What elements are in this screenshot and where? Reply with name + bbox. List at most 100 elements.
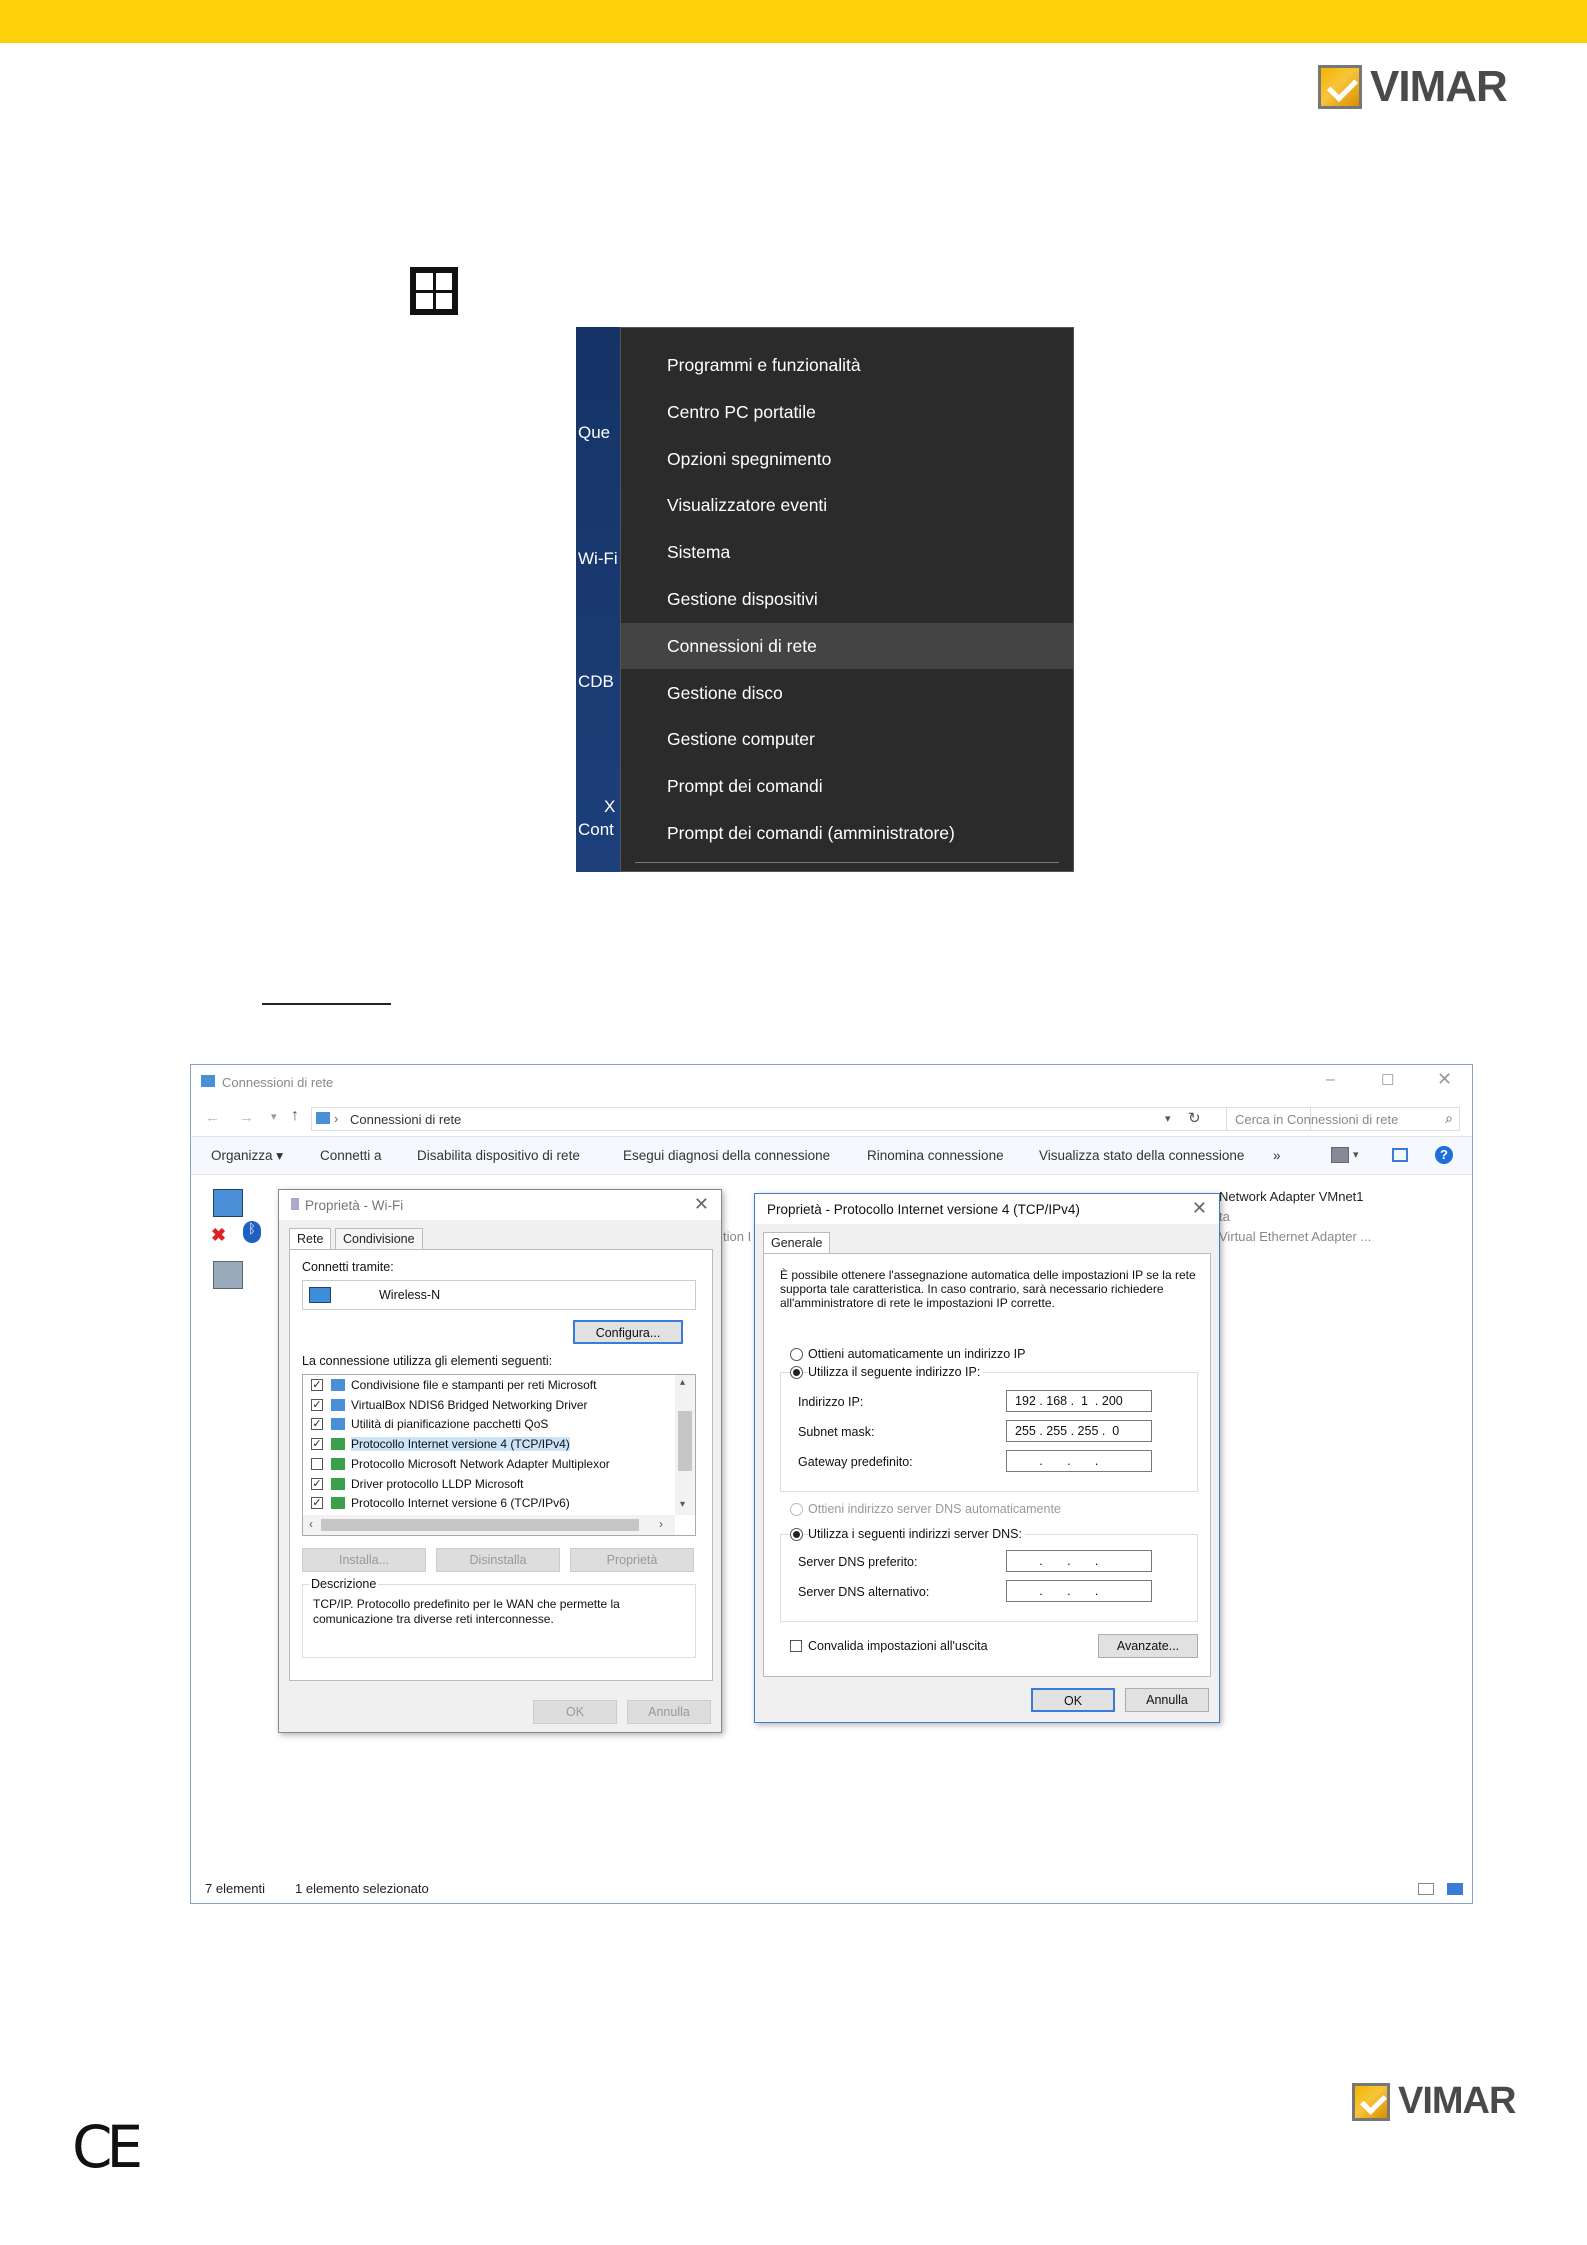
vimar-logo-word: VIMAR	[1398, 2080, 1516, 2122]
context-menu-screenshot: Que Wi-Fi CDB X Cont Programmi e funzion…	[576, 327, 1074, 872]
item-checkbox[interactable]: ✓	[311, 1398, 323, 1411]
menu-item[interactable]: Centro PC portatile	[621, 389, 1073, 435]
install-button[interactable]: Installa...	[302, 1548, 426, 1572]
tab-general[interactable]: Generale	[763, 1232, 831, 1254]
cmd-more[interactable]: »	[1273, 1148, 1281, 1163]
menu-item[interactable]: Prompt dei comandi (amministratore)	[621, 810, 1073, 856]
item-checkbox[interactable]: ✓	[311, 1379, 323, 1391]
tab-network[interactable]: Rete	[289, 1228, 332, 1250]
chevron-down-icon[interactable]: ▾	[1353, 1148, 1359, 1161]
cmd-rename[interactable]: Rinomina connessione	[867, 1148, 1004, 1163]
window-title: Connessioni di rete	[222, 1075, 334, 1090]
chevron-right-icon[interactable]: ›	[659, 1517, 663, 1531]
auto-ip-radio[interactable]	[790, 1348, 803, 1361]
gateway-field[interactable]: . . .	[1006, 1450, 1152, 1472]
alternate-dns-field[interactable]: . . .	[1006, 1580, 1152, 1602]
chevron-down-icon[interactable]: ▾	[271, 1110, 277, 1123]
breadcrumb[interactable]: Connessioni di rete	[350, 1112, 461, 1127]
network-adapter-icon[interactable]	[213, 1189, 243, 1217]
advanced-button[interactable]: Avanzate...	[1098, 1634, 1198, 1658]
address-box[interactable]: › Connessioni di rete ▾ ↻	[311, 1107, 1311, 1131]
cancel-button[interactable]: Annulla	[627, 1700, 711, 1724]
dns1-label: Server DNS preferito:	[798, 1555, 918, 1569]
dialog-title: Proprietà - Wi-Fi	[279, 1190, 721, 1220]
protocol-icon	[331, 1398, 345, 1411]
validate-checkbox[interactable]	[790, 1640, 802, 1652]
top-color-bar	[0, 0, 1587, 43]
h-scrollbar[interactable]: ‹ ›	[303, 1515, 675, 1535]
manual-dns-radio[interactable]	[790, 1528, 803, 1541]
item-checkbox[interactable]: ✓	[311, 1418, 323, 1431]
search-input[interactable]: Cerca in Connessioni di rete ⌕	[1226, 1107, 1460, 1131]
close-icon[interactable]: ✕	[1192, 1198, 1207, 1219]
menu-item[interactable]: Gestione computer	[621, 716, 1073, 762]
chevron-left-icon[interactable]: ‹	[309, 1517, 313, 1531]
menu-item[interactable]: Visualizzatore eventi	[621, 482, 1073, 528]
menu-item[interactable]: Gestione dispositivi	[621, 576, 1073, 622]
item-checkbox[interactable]	[311, 1457, 323, 1470]
winx-context-menu: Programmi e funzionalità Centro PC porta…	[620, 327, 1074, 872]
close-icon[interactable]: ✕	[1437, 1069, 1452, 1090]
ip-address-field[interactable]: 192 . 168 . 1 . 200	[1006, 1390, 1152, 1412]
scroll-thumb[interactable]	[678, 1411, 692, 1471]
description-group: Descrizione TCP/IP. Protocollo predefini…	[302, 1577, 696, 1658]
chevron-down-icon[interactable]: ▾	[680, 1499, 685, 1510]
help-icon[interactable]: ?	[1435, 1146, 1453, 1164]
menu-item[interactable]: Programmi e funzionalità	[621, 342, 1073, 388]
menu-item[interactable]: Sistema	[621, 529, 1073, 575]
preferred-dns-field[interactable]: . . .	[1006, 1550, 1152, 1572]
list-item[interactable]: Protocollo Internet versione 6 (TCP/IPv6…	[351, 1496, 570, 1510]
manual-ip-radio[interactable]	[790, 1366, 803, 1379]
forward-icon[interactable]: →	[239, 1109, 254, 1126]
menu-item[interactable]: Prompt dei comandi	[621, 763, 1073, 809]
chevron-down-icon[interactable]: ▾	[1165, 1112, 1171, 1125]
uninstall-button[interactable]: Disinstalla	[436, 1548, 560, 1572]
cmd-disable[interactable]: Disabilita dispositivo di rete	[417, 1148, 580, 1163]
up-icon[interactable]: ↑	[291, 1107, 299, 1125]
view-options-icon[interactable]	[1331, 1147, 1349, 1163]
list-item[interactable]: VirtualBox NDIS6 Bridged Networking Driv…	[351, 1398, 588, 1412]
wifi-icon	[291, 1198, 299, 1210]
cmd-organize[interactable]: Organizza ▾	[211, 1148, 283, 1164]
properties-button[interactable]: Proprietà	[570, 1548, 694, 1572]
configure-button[interactable]: Configura...	[573, 1320, 683, 1344]
ok-button[interactable]: OK	[533, 1700, 617, 1724]
item-checkbox[interactable]: ✓	[311, 1497, 323, 1510]
list-item[interactable]: Protocollo Microsoft Network Adapter Mul…	[351, 1457, 610, 1471]
vimar-logo-word: VIMAR	[1370, 62, 1508, 111]
scroll-thumb[interactable]	[321, 1519, 639, 1531]
list-item[interactable]: Utilità di pianificazione pacchetti QoS	[351, 1417, 548, 1431]
cmd-connect[interactable]: Connetti a	[320, 1148, 382, 1163]
windows-logo-icon	[410, 267, 458, 315]
auto-dns-radio[interactable]	[790, 1503, 803, 1516]
ip-label: Indirizzo IP:	[798, 1395, 864, 1409]
underline-rule	[262, 1003, 391, 1005]
network-adapter-icon[interactable]	[213, 1261, 243, 1289]
cancel-button[interactable]: Annulla	[1125, 1688, 1209, 1712]
list-item[interactable]: Protocollo Internet versione 4 (TCP/IPv4…	[351, 1437, 570, 1452]
close-icon[interactable]: ✕	[694, 1194, 709, 1215]
refresh-icon[interactable]: ↻	[1188, 1109, 1201, 1127]
scrollbar[interactable]: ▴ ▾	[675, 1375, 695, 1515]
ok-button[interactable]: OK	[1031, 1688, 1115, 1712]
chevron-up-icon[interactable]: ▴	[680, 1377, 685, 1388]
menu-item[interactable]: Opzioni spegnimento	[621, 436, 1073, 482]
item-checkbox[interactable]: ✓	[311, 1477, 323, 1490]
minimize-icon[interactable]: –	[1326, 1071, 1335, 1089]
back-icon[interactable]: ←	[205, 1109, 220, 1126]
description-text: TCP/IP. Protocollo predefinito per le WA…	[313, 1597, 620, 1626]
search-icon[interactable]: ⌕	[1445, 1110, 1453, 1127]
subnet-mask-field[interactable]: 255 . 255 . 255 . 0	[1006, 1420, 1152, 1442]
item-checkbox[interactable]: ✓	[311, 1438, 323, 1451]
menu-item-network-connections[interactable]: Connessioni di rete	[621, 623, 1073, 669]
menu-item[interactable]: Gestione disco	[621, 670, 1073, 716]
preview-pane-icon[interactable]	[1392, 1148, 1408, 1162]
details-view-icon[interactable]	[1418, 1883, 1434, 1895]
tab-sharing[interactable]: Condivisione	[335, 1228, 423, 1250]
list-item[interactable]: Driver protocollo LLDP Microsoft	[351, 1477, 524, 1491]
list-item[interactable]: Condivisione file e stampanti per reti M…	[351, 1378, 596, 1392]
tiles-view-icon[interactable]	[1447, 1883, 1463, 1895]
cmd-view-status[interactable]: Visualizza stato della connessione	[1039, 1148, 1244, 1163]
maximize-icon[interactable]: ☐	[1381, 1071, 1394, 1089]
cmd-diagnose[interactable]: Esegui diagnosi della connessione	[623, 1148, 830, 1163]
